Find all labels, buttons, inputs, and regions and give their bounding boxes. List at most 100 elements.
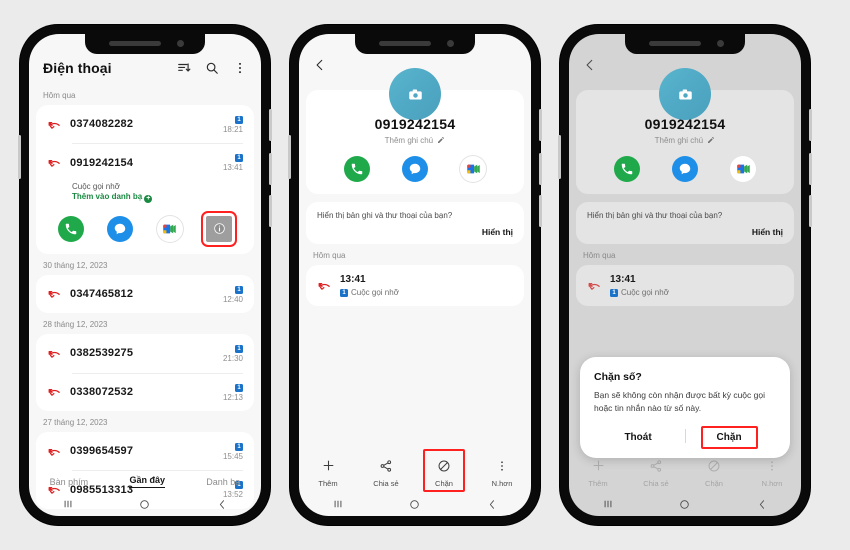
table-row[interactable]: 0374082282 1 18:21 [36,105,254,143]
phone2-left-side-button[interactable] [288,135,291,179]
table-row[interactable]: 0382539275 1 21:30 [36,334,254,372]
call-history-card: 13:41 1 Cuộc gọi nhỡ [576,265,794,307]
sort-icon[interactable] [176,61,191,76]
missed-call-icon [47,116,63,133]
phone1-right-side-button-1[interactable] [269,109,272,141]
phone1-right-side-button-3[interactable] [269,195,272,227]
phone1-left-side-button[interactable] [18,135,21,179]
search-icon[interactable] [204,61,219,76]
action-share-label: Chia sẻ [373,479,399,488]
table-row[interactable]: 0338072532 1 12:13 [36,372,254,411]
dialog-divider [685,429,686,443]
sim-badge: 1 [235,383,243,392]
info-icon[interactable] [201,210,238,247]
android-nav-bar [29,492,261,516]
pencil-icon [707,136,715,145]
log-time: 13:41 [340,274,366,285]
appbar-icons [176,61,247,76]
call-icon[interactable] [57,215,84,242]
recents-nav-icon[interactable] [55,496,81,512]
avatar[interactable] [389,68,441,120]
tab-keypad[interactable]: Bàn phím [50,477,89,487]
action-more-label: N.hơn [761,479,783,488]
plus-icon [591,458,606,475]
call-meta: 1 21:30 [223,343,243,363]
call-group-card: 0374082282 1 18:21 0919242154 1 13:41 Cu… [36,105,254,254]
avatar[interactable] [659,68,711,120]
tab-recents[interactable]: Gần đây [129,475,165,488]
phone3-right-side-button-2[interactable] [809,153,812,185]
front-camera-dot [177,40,184,47]
tab-contacts[interactable]: Danh bạ [206,477,240,487]
voicemail-prompt-card: Hiển thị bản ghi và thư thoại của bạn? H… [306,202,524,244]
date-header: 27 tháng 12, 2023 [43,417,108,427]
contact-profile-card: 0919242154 Thêm ghi chú [306,68,524,194]
share-icon [649,459,663,475]
call-history-card: 13:41 1 Cuộc gọi nhỡ [306,265,524,307]
message-icon[interactable] [672,156,698,182]
call-group-card: 0347465812 1 12:40 [36,274,254,314]
home-nav-icon[interactable] [672,496,698,512]
recents-nav-icon[interactable] [325,496,351,512]
call-time: 15:45 [222,451,243,461]
call-time: 18:21 [222,125,243,134]
voicemail-prompt-card: Hiển thị bản ghi và thư thoại của bạn? H… [576,202,794,244]
call-meta: 1 18:21 [223,114,243,134]
bottom-tabs: Bàn phím Gần đây Danh bạ [29,475,261,490]
dialog-body: Bạn sẽ không còn nhận được bất kỳ cuộc g… [594,390,765,413]
log-subtitle: 1 Cuộc gọi nhỡ [610,288,669,299]
call-icon[interactable] [344,156,370,182]
missed-call-icon [47,154,63,171]
back-nav-icon[interactable] [749,496,775,512]
action-share[interactable]: Chia sẻ [364,459,408,488]
back-nav-icon[interactable] [209,496,235,512]
voicemail-prompt-text: Hiển thị bản ghi và thư thoại của bạn? [317,211,453,220]
call-icon[interactable] [614,156,640,182]
add-to-contacts-link[interactable]: Thêm vào danh bạ + [36,192,254,210]
message-icon[interactable] [402,156,428,182]
recents-nav-icon[interactable] [595,496,621,512]
show-voicemail-button[interactable]: Hiển thị [587,227,783,237]
table-row[interactable]: 0399654597 1 15:45 [36,432,254,470]
home-nav-icon[interactable] [402,496,428,512]
list-item[interactable]: 13:41 1 Cuộc gọi nhỡ [306,265,524,306]
call-meta: 1 12:13 [223,382,243,402]
cancel-button[interactable]: Thoát [612,428,663,447]
phone-3-frame: 0919242154 Thêm ghi chú Hiển thị bản ghi… [558,25,812,525]
phone2-right-side-button-1[interactable] [539,109,542,141]
log-type: Cuộc gọi nhỡ [351,287,399,297]
phone3-right-side-button-3[interactable] [809,195,812,227]
block-number-dialog: Chặn số? Bạn sẽ không còn nhận được bất … [580,357,790,458]
phone3-left-side-button[interactable] [558,135,561,179]
screenshot-canvas: Điện thoại Hôm qua 0374082282 1 18:21 09… [0,0,850,550]
show-voicemail-button[interactable]: Hiển thị [317,227,513,237]
google-meet-icon[interactable] [730,156,756,182]
table-row-expanded[interactable]: 0919242154 1 13:41 [36,143,254,181]
message-icon[interactable] [107,215,134,242]
list-item[interactable]: 13:41 1 Cuộc gọi nhỡ [576,265,794,306]
back-nav-icon[interactable] [479,496,505,512]
overflow-menu-icon[interactable] [232,61,247,76]
add-note-link[interactable]: Thêm ghi chú [316,136,514,145]
phone2-right-side-button-2[interactable] [539,153,542,185]
table-row[interactable]: 0347465812 1 12:40 [36,275,254,313]
action-add-label: Thêm [588,479,608,488]
add-note-link[interactable]: Thêm ghi chú [586,136,784,145]
block-button[interactable]: Chặn [700,426,758,449]
home-nav-icon[interactable] [132,496,158,512]
action-share-label: Chia sẻ [643,479,669,488]
action-more[interactable]: N.hơn [480,459,524,488]
phone3-right-side-button-1[interactable] [809,109,812,141]
plus-circle-icon: + [144,194,153,203]
phone2-right-side-button-3[interactable] [539,195,542,227]
log-time: 13:41 [610,274,636,285]
action-add[interactable]: Thêm [306,458,350,488]
action-block[interactable]: Chặn [422,449,466,492]
dialog-title: Chặn số? [594,371,642,384]
call-type-label: Cuộc gọi nhỡ [72,181,120,191]
phone1-right-side-button-2[interactable] [269,153,272,185]
google-meet-icon[interactable] [156,215,183,242]
google-meet-icon[interactable] [460,156,486,182]
phone1-content: Điện thoại Hôm qua 0374082282 1 18:21 09… [29,34,261,516]
phone3-screen: 0919242154 Thêm ghi chú Hiển thị bản ghi… [569,34,801,516]
